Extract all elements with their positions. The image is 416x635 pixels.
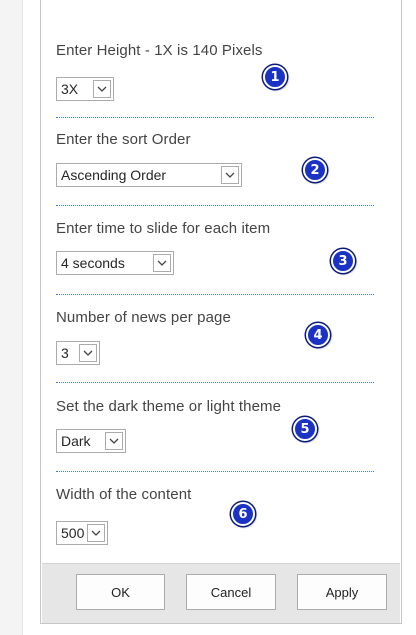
height-label: Enter Height - 1X is 140 Pixels <box>56 42 263 59</box>
chevron-down-icon[interactable] <box>153 254 171 272</box>
slide-time-select[interactable]: 4 seconds <box>56 251 174 275</box>
theme-select-value: Dark <box>61 433 91 449</box>
ok-button[interactable]: OK <box>76 574 165 610</box>
sort-order-select-value: Ascending Order <box>61 167 167 183</box>
setting-height: Enter Height - 1X is 140 Pixels 3X 1 <box>56 40 374 118</box>
numbered-badge-icon: 6 <box>231 502 255 526</box>
sort-order-label: Enter the sort Order <box>56 131 191 148</box>
chevron-down-icon[interactable] <box>93 80 111 98</box>
numbered-badge-icon: 1 <box>263 65 287 89</box>
theme-label: Set the dark theme or light theme <box>56 398 282 415</box>
chevron-down-icon[interactable] <box>221 166 239 184</box>
news-per-page-select-value: 3 <box>61 345 69 361</box>
content-width-label: Width of the content <box>56 486 192 503</box>
setting-theme: Set the dark theme or light theme Dark 5 <box>56 382 374 472</box>
height-select-value: 3X <box>61 81 79 97</box>
panel-footer: OK Cancel Apply <box>42 563 400 623</box>
setting-news-per-page: Number of news per page 3 4 <box>56 294 374 383</box>
setting-content-width: Width of the content 500 6 <box>56 471 374 563</box>
news-per-page-label: Number of news per page <box>56 309 231 326</box>
content-width-select-value: 500 <box>61 525 85 541</box>
chevron-down-icon[interactable] <box>87 524 105 542</box>
chevron-down-icon[interactable] <box>79 344 97 362</box>
numbered-badge-icon: 2 <box>303 158 327 182</box>
height-select[interactable]: 3X <box>56 77 114 101</box>
cancel-button[interactable]: Cancel <box>186 574 276 610</box>
content-width-select[interactable]: 500 <box>56 521 108 545</box>
slide-time-label: Enter time to slide for each item <box>56 220 271 237</box>
theme-select[interactable]: Dark <box>56 429 126 453</box>
news-per-page-select[interactable]: 3 <box>56 341 100 365</box>
numbered-badge-icon: 5 <box>293 417 317 441</box>
settings-panel: Enter Height - 1X is 140 Pixels 3X 1 Ent… <box>40 0 402 624</box>
slide-time-select-value: 4 seconds <box>61 255 125 271</box>
numbered-badge-icon: 4 <box>306 323 330 347</box>
numbered-badge-icon: 3 <box>331 249 355 273</box>
setting-slide-time: Enter time to slide for each item 4 seco… <box>56 205 374 295</box>
apply-button[interactable]: Apply <box>297 574 387 610</box>
chevron-down-icon[interactable] <box>105 432 123 450</box>
page-side-strip <box>0 0 23 635</box>
setting-sort-order: Enter the sort Order Ascending Order 2 <box>56 117 374 206</box>
sort-order-select[interactable]: Ascending Order <box>56 163 242 187</box>
